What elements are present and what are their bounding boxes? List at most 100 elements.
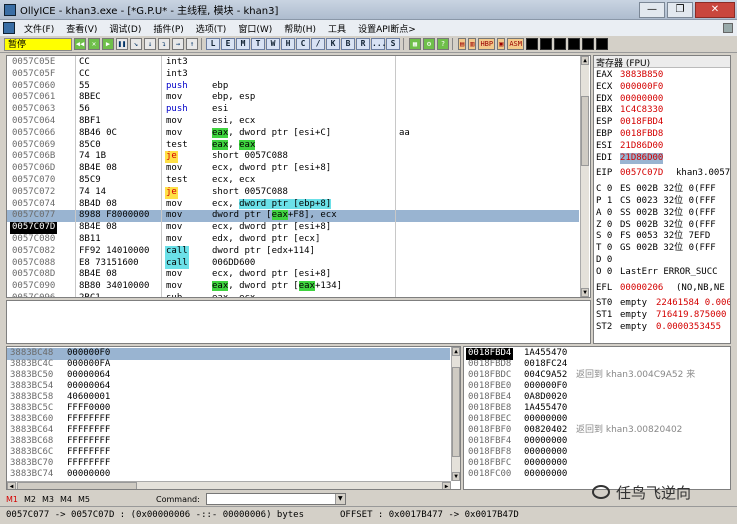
menu-item[interactable]: 插件(P) bbox=[147, 22, 189, 35]
operand-part: dword ptr [ bbox=[212, 210, 272, 221]
disasm-row[interactable]: 0057C06B 74 1B je short 0057C088 bbox=[7, 151, 579, 164]
toolbar-button[interactable]: ◀◀ bbox=[74, 38, 86, 50]
toolbar-plugin-button[interactable]: ▣ bbox=[497, 38, 506, 50]
toolbar-button[interactable]: ↑ bbox=[186, 38, 198, 50]
menu-item[interactable]: 设置API断点> bbox=[352, 22, 422, 35]
disasm-row[interactable]: 0057C05F CC int3 bbox=[7, 69, 579, 81]
disasm-row[interactable]: 0057C08D 8B4E 08 mov ecx, dword ptr [esi+8] bbox=[7, 269, 579, 281]
memory-tab[interactable]: M3 bbox=[42, 495, 54, 504]
disasm-row[interactable]: 0057C063 56 push esi bbox=[7, 104, 579, 116]
menu-item[interactable]: 窗口(W) bbox=[232, 22, 278, 35]
scroll-thumb[interactable] bbox=[17, 482, 137, 489]
toolbar-separator bbox=[452, 38, 453, 50]
memory-tab[interactable]: M2 bbox=[24, 495, 36, 504]
toolbar-window-button[interactable]: H bbox=[281, 38, 295, 50]
operand-part: eax bbox=[212, 127, 229, 138]
dump-hscrollbar[interactable]: ◀ ▶ bbox=[7, 481, 451, 489]
toolbar-window-button[interactable]: ... bbox=[371, 38, 386, 50]
scroll-thumb[interactable] bbox=[581, 96, 589, 166]
disasm-row[interactable]: 0057C096 2BC1 sub eax, ecx bbox=[7, 293, 579, 297]
menu-close-icon[interactable] bbox=[723, 23, 733, 33]
dump-scrollbar[interactable]: ▲ ▼ bbox=[451, 347, 460, 481]
scroll-up-arrow[interactable]: ▲ bbox=[452, 347, 460, 356]
scroll-left-arrow[interactable]: ◀ bbox=[7, 482, 16, 489]
toolbar-black-button[interactable] bbox=[539, 38, 552, 50]
toolbar-window-button[interactable]: M bbox=[236, 38, 250, 50]
disassembly-pane[interactable]: 0057C05E CC int3 0057C05F CC int3 0057C060 55 pu… bbox=[6, 55, 591, 298]
toolbar-button[interactable]: ↴ bbox=[158, 38, 170, 50]
toolbar-black-button[interactable] bbox=[567, 38, 580, 50]
scroll-thumb[interactable] bbox=[452, 367, 460, 457]
toolbar-button[interactable]: ▶ bbox=[102, 38, 114, 50]
toolbar-button[interactable]: ▦ bbox=[409, 38, 421, 50]
toolbar-window-button[interactable]: E bbox=[221, 38, 235, 50]
disasm-row[interactable]: 0057C070 85C9 test ecx, ecx bbox=[7, 175, 579, 187]
disassembly-scrollbar[interactable]: ▲ ▼ bbox=[580, 56, 589, 297]
menu-item[interactable]: 文件(F) bbox=[18, 22, 60, 35]
toolbar-button[interactable]: ❚❚ bbox=[116, 38, 128, 50]
scroll-down-arrow[interactable]: ▼ bbox=[452, 472, 460, 481]
dump-row[interactable]: 3883BC74 00000000 bbox=[7, 469, 450, 481]
scroll-down-arrow[interactable]: ▼ bbox=[581, 288, 589, 297]
toolbar-window-button[interactable]: W bbox=[266, 38, 280, 50]
disasm-row[interactable]: 0057C06D 8B4E 08 mov ecx, dword ptr [esi+8] bbox=[7, 163, 579, 175]
disasm-row[interactable]: 0057C090 8B80 34010000 mov eax, dword ptr [… bbox=[7, 281, 579, 293]
menu-item[interactable]: 工具 bbox=[322, 22, 352, 35]
column-divider bbox=[395, 56, 396, 297]
disasm-row[interactable]: 0057C074 8B4D 08 mov ecx, dword ptr [ebp+8] bbox=[7, 198, 579, 211]
toolbar-window-button[interactable]: K bbox=[326, 38, 340, 50]
toolbar-window-button[interactable]: R bbox=[356, 38, 370, 50]
toolbar-black-button[interactable] bbox=[595, 38, 608, 50]
registers-pane[interactable]: 寄存器 (FPU) EAX 3883B850 ECX 000000F0 EDX 00000… bbox=[593, 55, 731, 344]
disasm-row[interactable]: 0057C077 8988 F8000000 mov dword ptr [eax+F… bbox=[7, 210, 579, 223]
scroll-up-arrow[interactable]: ▲ bbox=[581, 56, 589, 65]
dropdown-arrow-icon[interactable]: ▼ bbox=[334, 494, 345, 504]
stack-pane[interactable]: 0018FBD4 1A455470 0018FBD8 0018FC24 0018FBDC… bbox=[463, 346, 731, 490]
toolbar-window-button[interactable]: L bbox=[206, 38, 220, 50]
memory-tab[interactable]: M5 bbox=[78, 495, 90, 504]
scroll-right-arrow[interactable]: ▶ bbox=[442, 482, 451, 489]
disasm-row[interactable]: 0057C066 8B46 0C mov eax, dword ptr [esi+C]… bbox=[7, 127, 579, 140]
close-button[interactable]: ✕ bbox=[695, 1, 735, 18]
menu-item[interactable]: 调试(D) bbox=[103, 22, 147, 35]
toolbar-window-button[interactable]: C bbox=[296, 38, 310, 50]
toolbar-window-button[interactable]: B bbox=[341, 38, 355, 50]
toolbar-window-button[interactable]: T bbox=[251, 38, 265, 50]
memory-dump-pane[interactable]: 3883BC48 000000F0 3883BC4C 000000FA 3883BC50… bbox=[6, 346, 461, 490]
disasm-row[interactable]: 0057C072 74 14 je short 0057C088 bbox=[7, 186, 579, 199]
toolbar-button[interactable]: ⚙ bbox=[423, 38, 435, 50]
disasm-row[interactable]: 0057C080 8B11 mov edx, dword ptr [ecx] bbox=[7, 234, 579, 246]
command-input[interactable]: ▼ bbox=[205, 493, 346, 505]
toolbar-black-button[interactable] bbox=[553, 38, 566, 50]
disasm-row[interactable]: 0057C060 55 push ebp bbox=[7, 81, 579, 93]
disasm-row[interactable]: 0057C069 85C0 test eax, eax bbox=[7, 139, 579, 152]
disasm-row[interactable]: 0057C05E CC int3 bbox=[7, 57, 579, 69]
toolbar-button[interactable]: ✕ bbox=[88, 38, 100, 50]
toolbar-button[interactable]: ? bbox=[437, 38, 449, 50]
menu-item[interactable]: 查看(V) bbox=[60, 22, 103, 35]
disasm-row[interactable]: 0057C088 E8 73151600 call 006DD600 bbox=[7, 257, 579, 270]
toolbar-black-button[interactable] bbox=[525, 38, 538, 50]
memory-tab[interactable]: M1 bbox=[6, 495, 18, 504]
minimize-button[interactable]: — bbox=[639, 1, 665, 18]
menu-item[interactable]: 帮助(H) bbox=[278, 22, 322, 35]
menu-item[interactable]: 选项(T) bbox=[190, 22, 233, 35]
maximize-button[interactable]: ❐ bbox=[667, 1, 693, 18]
toolbar-black-button[interactable] bbox=[581, 38, 594, 50]
toolbar-window-button[interactable]: / bbox=[311, 38, 325, 50]
toolbar-button[interactable]: → bbox=[172, 38, 184, 50]
toolbar-plugin-button[interactable]: ▥ bbox=[468, 38, 477, 50]
disasm-address: 0057C069 bbox=[12, 139, 56, 150]
toolbar-button[interactable]: ↘ bbox=[130, 38, 142, 50]
register-name: EBX bbox=[596, 105, 613, 116]
disasm-row[interactable]: 0057C07D 8B4E 08 mov ecx, dword ptr [esi+8] bbox=[7, 222, 579, 234]
toolbar-button[interactable]: ↓ bbox=[144, 38, 156, 50]
memory-tab[interactable]: M4 bbox=[60, 495, 72, 504]
toolbar-window-button[interactable]: S bbox=[386, 38, 400, 50]
toolbar-plugin-button[interactable]: HBP bbox=[478, 38, 496, 50]
toolbar-plugin-button[interactable]: ▤ bbox=[458, 38, 467, 50]
disasm-row[interactable]: 0057C082 FF92 14010000 call dword ptr [edx+… bbox=[7, 245, 579, 258]
disasm-row[interactable]: 0057C064 8BF1 mov esi, ecx bbox=[7, 116, 579, 128]
toolbar-plugin-button[interactable]: ASM bbox=[507, 38, 524, 50]
disasm-row[interactable]: 0057C061 8BEC mov ebp, esp bbox=[7, 92, 579, 104]
